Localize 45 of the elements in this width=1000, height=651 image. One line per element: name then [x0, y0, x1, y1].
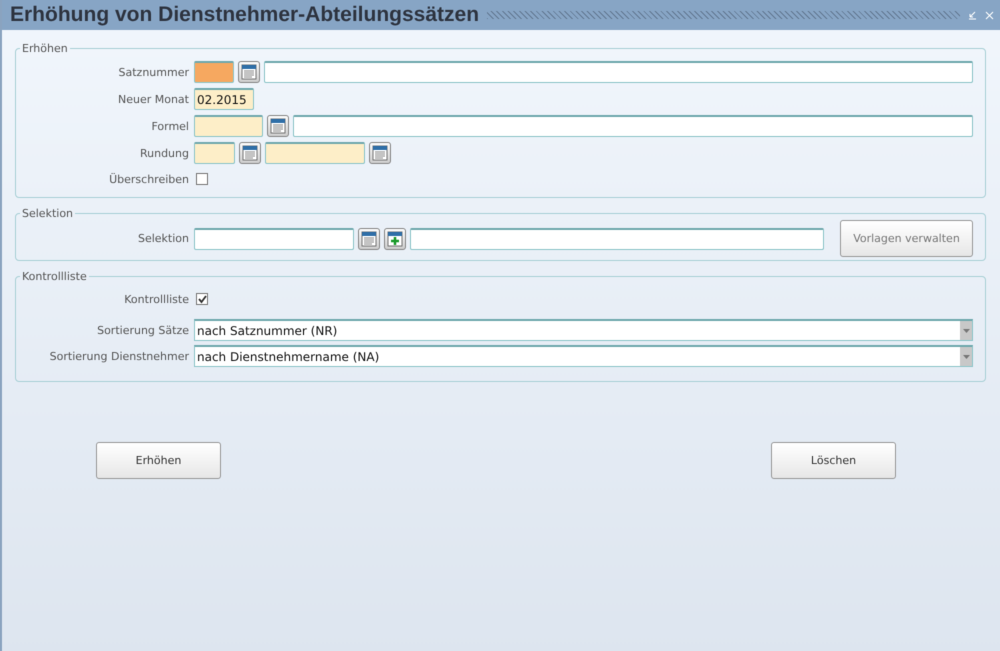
- list-icon: [270, 118, 286, 134]
- dropdown[interactable]: nach Dienstnehmername (NA): [194, 345, 973, 367]
- close-icon[interactable]: [985, 10, 994, 20]
- add-button[interactable]: [384, 228, 406, 250]
- field-label: Neuer Monat: [116, 92, 189, 106]
- input-field[interactable]: [264, 61, 973, 83]
- action-button[interactable]: Löschen: [771, 442, 896, 479]
- input-field[interactable]: [410, 228, 824, 250]
- input-field[interactable]: [194, 142, 235, 164]
- checkbox[interactable]: [196, 173, 208, 185]
- field-label: Überschreiben: [108, 172, 189, 186]
- lookup-button[interactable]: [369, 142, 391, 164]
- list-icon: [241, 64, 257, 80]
- restore-icon[interactable]: [968, 10, 977, 20]
- add-icon: [387, 230, 403, 246]
- group-title: Erhöhen: [21, 42, 69, 55]
- input-field[interactable]: [265, 142, 365, 164]
- field-label: Kontrollliste: [123, 292, 189, 306]
- action-button[interactable]: Erhöhen: [96, 442, 221, 479]
- dropdown-arrow-icon: [962, 354, 970, 358]
- field-label: Formel: [150, 120, 189, 132]
- lookup-button[interactable]: [239, 142, 261, 164]
- input-field[interactable]: [194, 228, 354, 250]
- dropdown[interactable]: nach Satznummer (NR): [194, 319, 973, 341]
- list-icon: [361, 230, 377, 246]
- checkbox[interactable]: [196, 293, 208, 305]
- field-label: Selektion: [136, 232, 189, 245]
- window-title: Erhöhung von Dienstnehmer-Abteilungssätzen: [10, 3, 480, 27]
- dropdown-arrow-icon: [962, 328, 970, 332]
- field-label: Rundung: [138, 146, 189, 160]
- manage-templates-button[interactable]: Vorlagen verwalten: [840, 220, 973, 257]
- lookup-button[interactable]: [267, 115, 289, 137]
- field-label: Sortierung Dienstnehmer: [48, 350, 189, 362]
- input-field[interactable]: [194, 61, 234, 83]
- field-label: Sortierung Sätze: [96, 324, 189, 336]
- list-icon: [372, 145, 388, 161]
- group-title: Kontrollliste: [21, 270, 88, 283]
- list-icon: [242, 145, 258, 161]
- group-title: Selektion: [21, 207, 74, 220]
- input-field[interactable]: 02.2015: [194, 88, 254, 110]
- lookup-button[interactable]: [238, 61, 260, 83]
- input-field[interactable]: [293, 115, 973, 137]
- field-label: Satznummer: [118, 66, 189, 78]
- input-field[interactable]: [194, 115, 263, 137]
- lookup-button[interactable]: [358, 228, 380, 250]
